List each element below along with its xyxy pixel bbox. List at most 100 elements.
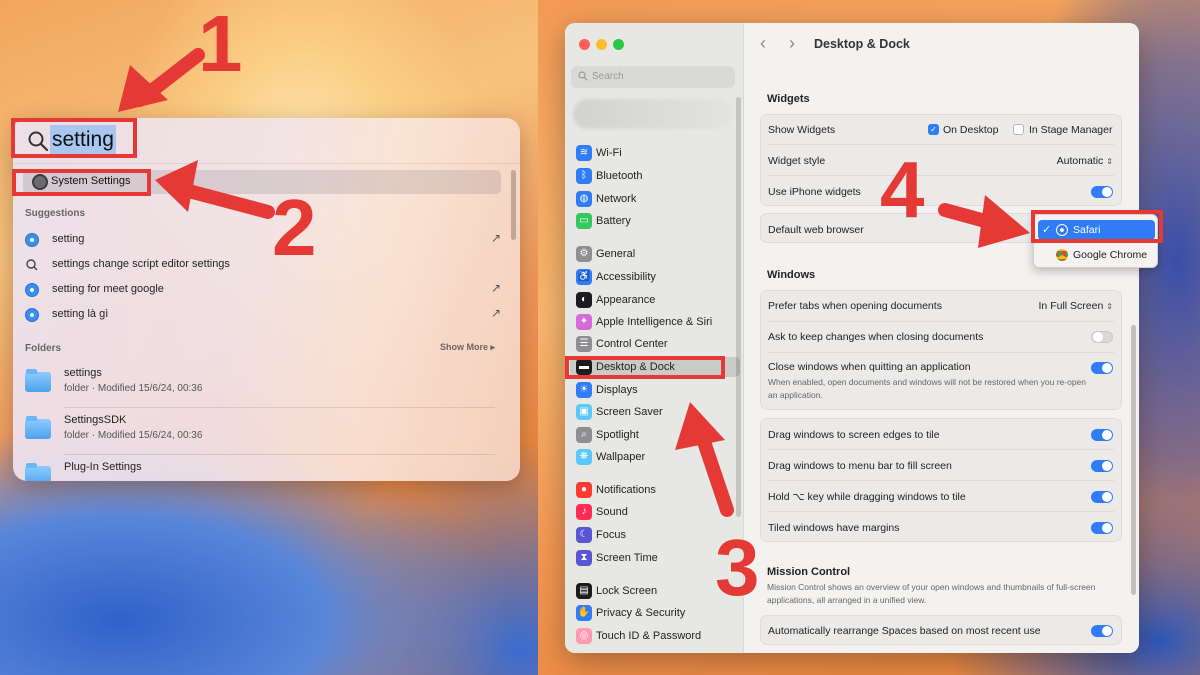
page-title: Desktop & Dock [814, 37, 910, 51]
sidebar-item-accessibility[interactable]: ♿ Accessibility [570, 267, 740, 287]
sidebar-item-wi-fi[interactable]: ≋ Wi-Fi [570, 143, 740, 163]
folder-result[interactable]: Plug-In Settings [25, 456, 495, 481]
sidebar-scrollbar[interactable] [736, 97, 741, 517]
control-center-icon: ☰ [576, 336, 592, 352]
privacy-security-icon: ✋ [576, 605, 592, 621]
browser-option-chrome[interactable]: Google Chrome [1038, 245, 1155, 265]
close-windows-toggle[interactable] [1091, 362, 1113, 374]
tiling-group: Drag windows to screen edges to tile Dra… [760, 418, 1122, 542]
sidebar-item-spotlight[interactable]: ⌕ Spotlight [570, 425, 740, 445]
sidebar-item-touch-id-password[interactable]: ◎ Touch ID & Password [570, 626, 740, 646]
sidebar-item-apple-intelligence-siri[interactable]: ✦ Apple Intelligence & Siri [570, 312, 740, 332]
sidebar-item-label: Bluetooth [596, 170, 643, 182]
sidebar-item-label: Notifications [596, 484, 656, 496]
suggestion-item[interactable]: setting là gì ↗ [25, 303, 505, 327]
folder-icon [25, 369, 51, 392]
main-scrollbar[interactable] [1131, 325, 1136, 595]
sidebar-item-battery[interactable]: ▭ Battery [570, 211, 740, 231]
safari-icon [25, 308, 39, 322]
sidebar-search-field[interactable]: Search [571, 66, 735, 88]
sidebar-item-label: Control Center [596, 338, 668, 350]
show-widgets-row: Show Widgets ✓ On Desktop In Stage Manag… [761, 115, 1121, 145]
checkbox-label: On Desktop [943, 124, 999, 136]
open-arrow-icon: ↗ [490, 231, 501, 245]
show-more-label: Show More [439, 342, 488, 352]
forward-chevron-icon[interactable]: › [789, 33, 795, 54]
row-label: Drag windows to menu bar to fill screen [768, 460, 952, 472]
step-number-1: 1 [198, 0, 243, 88]
network-icon: ◍ [576, 191, 592, 207]
suggestion-item[interactable]: setting for meet google ↗ [25, 278, 505, 302]
suggestion-label: setting for meet google [52, 283, 164, 295]
touch-id-password-icon: ◎ [576, 628, 592, 644]
sidebar-item-appearance[interactable]: ◐ Appearance [570, 290, 740, 310]
sidebar-item-control-center[interactable]: ☰ Control Center [570, 334, 740, 354]
scrollbar[interactable] [511, 170, 516, 240]
open-arrow-icon: ↗ [490, 281, 501, 295]
on-desktop-checkbox[interactable]: ✓ [928, 124, 939, 135]
sidebar-item-label: Apple Intelligence & Siri [596, 316, 713, 328]
sidebar-item-label: Wi-Fi [596, 147, 622, 159]
sidebar-item-network[interactable]: ◍ Network [570, 189, 740, 209]
zoom-window-button[interactable] [613, 39, 624, 50]
drag-menu-bar-toggle[interactable] [1091, 460, 1113, 472]
sidebar-item-label: Battery [596, 215, 631, 227]
sidebar-item-bluetooth[interactable]: ᛒ Bluetooth [570, 166, 740, 186]
close-window-button[interactable] [579, 39, 590, 50]
tiled-margins-toggle[interactable] [1091, 522, 1113, 534]
option-label: Google Chrome [1073, 249, 1148, 261]
row-label: Prefer tabs when opening documents [768, 300, 942, 312]
back-chevron-icon[interactable]: ‹ [760, 33, 766, 54]
settings-main-pane: ‹ › Desktop & Dock Widgets Show Widgets … [744, 23, 1139, 653]
drag-edges-toggle[interactable] [1091, 429, 1113, 441]
sidebar-item-screen-saver[interactable]: ▣ Screen Saver [570, 402, 740, 422]
use-iphone-widgets-toggle[interactable] [1091, 186, 1113, 198]
sidebar-item-label: General [596, 248, 636, 260]
sidebar-item-label: Lock Screen [596, 585, 658, 597]
focus-icon: ☾ [576, 527, 592, 543]
hold-key-toggle[interactable] [1091, 491, 1113, 503]
battery-icon: ▭ [576, 213, 592, 229]
sidebar-item-label: Screen Time [596, 552, 658, 564]
sidebar-item-displays[interactable]: ☀ Displays [570, 380, 740, 400]
sidebar-item-label: Wallpaper [596, 451, 646, 463]
prefer-tabs-popup[interactable]: In Full Screen ⇕ [1039, 300, 1113, 312]
suggestions-heading: Suggestions [25, 208, 86, 219]
sidebar-item-label: Accessibility [596, 271, 656, 283]
folder-name: settings [64, 367, 102, 379]
folder-meta: folder · Modified 15/6/24, 00:36 [64, 430, 203, 441]
widget-style-popup[interactable]: Automatic ⇕ [1057, 155, 1113, 167]
in-stage-manager-checkbox[interactable] [1013, 124, 1024, 135]
sidebar-item-label: Focus [596, 529, 626, 541]
screen-saver-icon: ▣ [576, 404, 592, 420]
ask-keep-changes-toggle[interactable] [1091, 331, 1113, 343]
folder-result[interactable]: settings folder · Modified 15/6/24, 00:3… [25, 362, 495, 408]
drag-edges-row: Drag windows to screen edges to tile [761, 419, 1121, 450]
folder-result[interactable]: SettingsSDK folder · Modified 15/6/24, 0… [25, 409, 495, 455]
divider [64, 407, 495, 408]
show-more-link[interactable]: Show More ▸ [440, 342, 495, 353]
sidebar-item-general[interactable]: ⚙ General [570, 244, 740, 264]
suggestion-label: setting [52, 233, 85, 245]
safari-icon [25, 283, 39, 297]
safari-icon [25, 233, 39, 247]
updown-chevron-icon: ⇕ [1106, 302, 1113, 311]
sidebar-item-wallpaper[interactable]: ❋ Wallpaper [570, 447, 740, 467]
row-label: Automatically rearrange Spaces based on … [768, 625, 1041, 637]
search-icon [26, 259, 39, 272]
minimize-window-button[interactable] [596, 39, 607, 50]
mission-control-heading: Mission Control [767, 566, 851, 578]
hold-key-row: Hold ⌥ key while dragging windows to til… [761, 481, 1121, 512]
apple-account-avatar[interactable] [573, 99, 733, 129]
suggestion-item[interactable]: setting ↗ [25, 228, 505, 252]
sidebar-item-label: Privacy & Security [596, 607, 686, 619]
wallpaper-icon: ❋ [576, 449, 592, 465]
suggestion-label: settings change script editor settings [52, 258, 230, 270]
sidebar-item-notifications[interactable]: ● Notifications [570, 480, 740, 500]
auto-rearrange-toggle[interactable] [1091, 625, 1113, 637]
ask-keep-changes-row: Ask to keep changes when closing documen… [761, 322, 1121, 353]
notifications-icon: ● [576, 482, 592, 498]
row-label: Use iPhone widgets [768, 186, 861, 198]
suggestion-item[interactable]: settings change script editor settings [25, 253, 505, 277]
sidebar-item-sound[interactable]: ♪ Sound [570, 502, 740, 522]
